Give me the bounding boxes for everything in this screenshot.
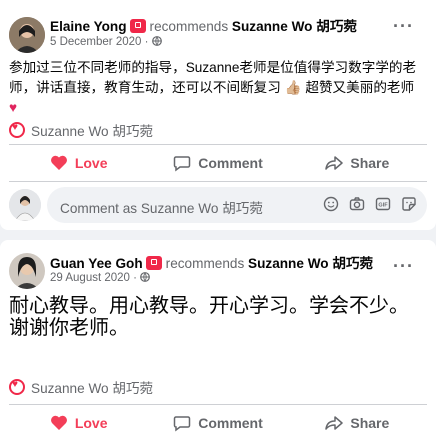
- comment-placeholder: Comment as Suzanne Wo 胡巧菀: [60, 201, 263, 216]
- post-header: Guan Yee Goh recommends Suzanne Wo 胡巧菀: [50, 252, 373, 272]
- share-icon: [325, 416, 344, 430]
- more-options-icon[interactable]: ···: [393, 16, 414, 37]
- post-text-end: 超赞又美丽的老师: [305, 80, 415, 95]
- action-bar: Love Comment Share: [9, 146, 427, 180]
- post-text-line1: 耐心教导。用心教导。开心学习。学会不少。: [9, 295, 409, 317]
- comment-label: Comment: [198, 415, 263, 431]
- author-avatar[interactable]: [9, 253, 45, 289]
- recommends-line: Suzanne Wo 胡巧菀: [9, 377, 153, 397]
- page-name[interactable]: Suzanne Wo 胡巧菀: [232, 19, 357, 34]
- post-header: Elaine Yong recommends Suzanne Wo 胡巧菀: [50, 15, 357, 35]
- post-card-2: Guan Yee Goh recommends Suzanne Wo 胡巧菀 29…: [0, 240, 436, 442]
- share-button[interactable]: Share: [288, 146, 427, 180]
- recommends-page[interactable]: Suzanne Wo 胡巧菀: [31, 120, 153, 140]
- thumbs-up-emoji-icon: 👍🏼: [284, 80, 302, 95]
- recommend-badge-icon: [145, 256, 162, 270]
- globe-icon: [151, 36, 162, 46]
- love-label: Love: [74, 415, 108, 431]
- love-label: Love: [74, 155, 108, 171]
- globe-icon: [140, 272, 151, 282]
- comment-label: Comment: [198, 155, 263, 171]
- comment-button[interactable]: Comment: [148, 146, 287, 180]
- page-name[interactable]: Suzanne Wo 胡巧菀: [248, 256, 373, 271]
- gif-icon[interactable]: GIF: [375, 196, 391, 212]
- love-icon: [50, 415, 67, 430]
- love-button[interactable]: Love: [9, 146, 148, 180]
- author-name[interactable]: Elaine Yong: [50, 19, 127, 34]
- post-text: 耐心教导。用心教导。开心学习。学会不少。 谢谢你老师。: [9, 295, 422, 339]
- post-meta: 29 August 2020 ·: [50, 272, 151, 284]
- author-name[interactable]: Guan Yee Goh: [50, 256, 143, 271]
- share-label: Share: [350, 155, 390, 171]
- comment-tools: GIF: [323, 196, 417, 212]
- recommend-badge-icon: [129, 19, 146, 33]
- recommend-heart-icon: [9, 379, 25, 395]
- recommend-heart-icon: [9, 122, 25, 138]
- post-date[interactable]: 5 December 2020 ·: [50, 36, 148, 48]
- camera-icon[interactable]: [349, 196, 365, 212]
- post-date[interactable]: 29 August 2020 ·: [50, 272, 137, 284]
- comment-icon: [173, 416, 191, 432]
- divider: [9, 144, 427, 145]
- post-text-line2: 谢谢你老师。: [9, 317, 129, 339]
- recommends-line: Suzanne Wo 胡巧菀: [9, 120, 153, 140]
- action-bar: Love Comment Share: [9, 406, 427, 440]
- comment-button[interactable]: Comment: [148, 406, 287, 440]
- sticker-icon[interactable]: [401, 196, 417, 212]
- comment-row: Comment as Suzanne Wo 胡巧菀 GIF: [9, 187, 427, 223]
- post-text: 参加过三位不同老师的指导，Suzanne老师是位值得学习数字学的老师，讲话直接，…: [9, 58, 422, 118]
- post-card-1: Elaine Yong recommends Suzanne Wo 胡巧菀 5 D…: [0, 0, 436, 230]
- love-icon: [50, 155, 67, 170]
- svg-text:GIF: GIF: [378, 203, 388, 209]
- recommends-page[interactable]: Suzanne Wo 胡巧菀: [31, 377, 153, 397]
- commenter-avatar[interactable]: [9, 189, 41, 221]
- love-button[interactable]: Love: [9, 406, 148, 440]
- share-icon: [325, 156, 344, 170]
- author-avatar[interactable]: [9, 17, 45, 53]
- share-label: Share: [350, 415, 390, 431]
- emoji-icon[interactable]: [323, 196, 339, 212]
- post-meta: 5 December 2020 ·: [50, 36, 162, 48]
- comment-input[interactable]: Comment as Suzanne Wo 胡巧菀 GIF: [47, 187, 427, 223]
- divider: [9, 404, 427, 405]
- share-button[interactable]: Share: [288, 406, 427, 440]
- comment-icon: [173, 156, 191, 172]
- heart-emoji-icon: ♥: [9, 100, 18, 115]
- action-text: recommends: [165, 256, 245, 271]
- divider: [9, 181, 427, 182]
- action-text: recommends: [149, 19, 229, 34]
- more-options-icon[interactable]: ···: [393, 256, 414, 277]
